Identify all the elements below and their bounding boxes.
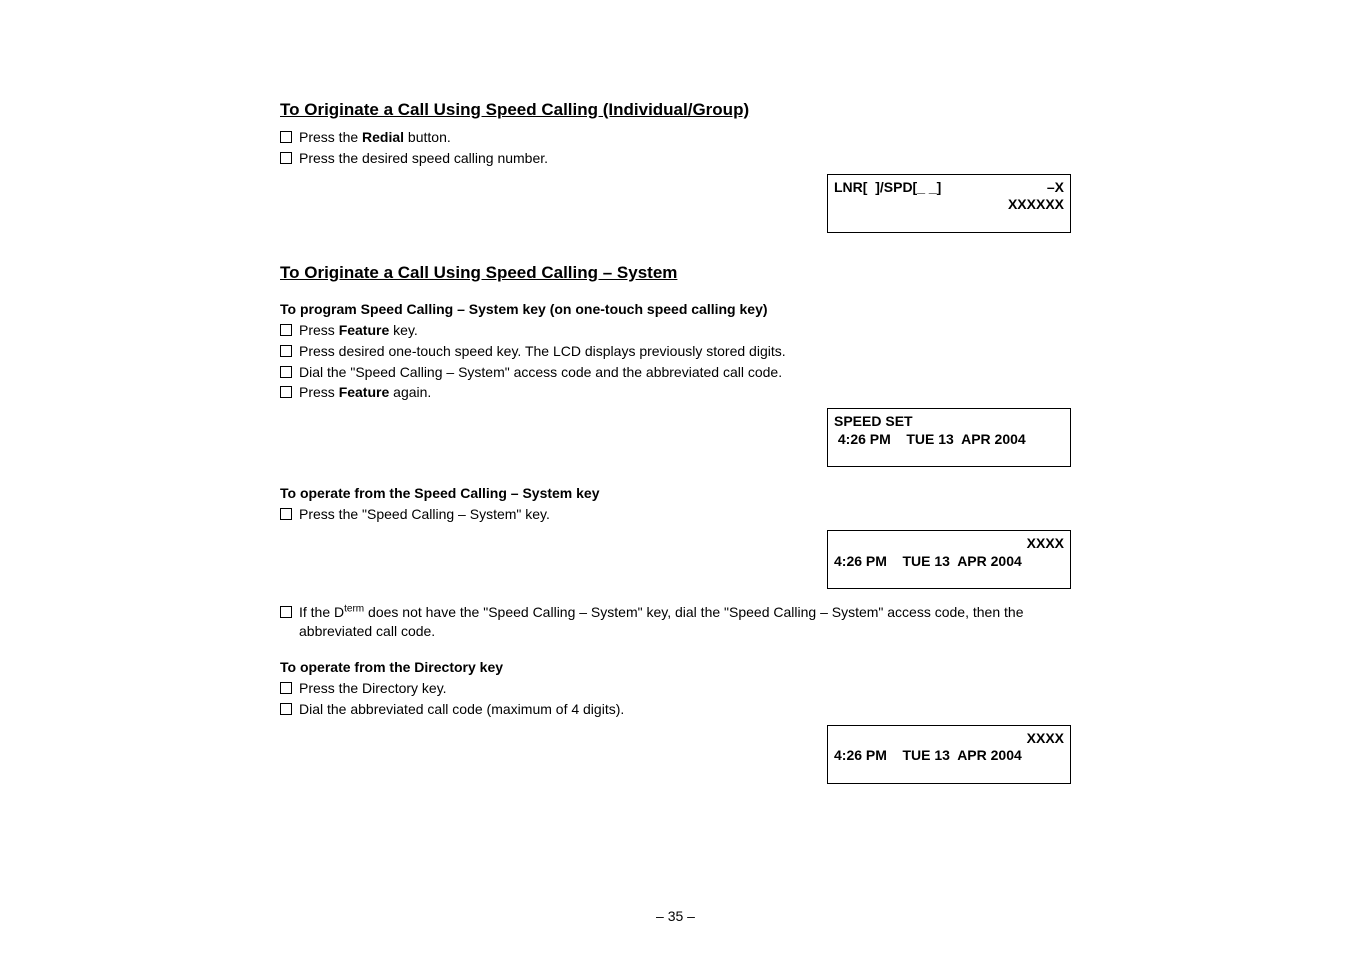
lcd-display: LNR[ ]/SPD[_ _] –X XXXXXX	[827, 174, 1071, 233]
list-item: Dial the abbreviated call code (maximum …	[280, 700, 1071, 719]
item-text: Press Feature again.	[299, 383, 431, 402]
lcd-line: LNR[ ]/SPD[_ _]	[834, 179, 941, 197]
item-text: Press the desired speed calling number.	[299, 149, 548, 168]
subheading-operate-directory-key: To operate from the Directory key	[280, 659, 1071, 675]
checkbox-icon	[280, 345, 292, 357]
item-text: Dial the "Speed Calling – System" access…	[299, 363, 782, 382]
lcd-line: XXXXXX	[1008, 196, 1064, 214]
list-item: Dial the "Speed Calling – System" access…	[280, 363, 1071, 382]
checkbox-icon	[280, 366, 292, 378]
lcd-line: 4:26 PM TUE 13 APR 2004	[834, 747, 1022, 765]
list-item: Press the Redial button.	[280, 128, 1071, 147]
list-item: Press Feature key.	[280, 321, 1071, 340]
heading-speed-calling-system: To Originate a Call Using Speed Calling …	[280, 263, 1071, 283]
checkbox-icon	[280, 682, 292, 694]
checkbox-icon	[280, 152, 292, 164]
lcd-line: SPEED SET	[834, 413, 913, 431]
heading-speed-calling-individual-group: To Originate a Call Using Speed Calling …	[280, 100, 1071, 120]
list-item: Press the desired speed calling number.	[280, 149, 1071, 168]
lcd-line: 4:26 PM TUE 13 APR 2004	[834, 431, 1026, 449]
checkbox-icon	[280, 508, 292, 520]
lcd-line: –X	[1047, 179, 1064, 197]
list-item: Press Feature again.	[280, 383, 1071, 402]
item-text: Dial the abbreviated call code (maximum …	[299, 700, 624, 719]
lcd-display: XXXX 4:26 PM TUE 13 APR 2004	[827, 725, 1071, 784]
checkbox-icon	[280, 703, 292, 715]
lcd-line: XXXX	[1027, 730, 1064, 748]
list-item: If the Dterm does not have the "Speed Ca…	[280, 603, 1071, 641]
item-text: Press the Redial button.	[299, 128, 451, 147]
list-item: Press the "Speed Calling – System" key.	[280, 505, 1071, 524]
item-text: Press the "Speed Calling – System" key.	[299, 505, 550, 524]
list-item: Press desired one-touch speed key. The L…	[280, 342, 1071, 361]
item-text: Press the Directory key.	[299, 679, 447, 698]
item-text: Press desired one-touch speed key. The L…	[299, 342, 786, 361]
lcd-display: XXXX 4:26 PM TUE 13 APR 2004	[827, 530, 1071, 589]
checkbox-icon	[280, 131, 292, 143]
list-item: Press the Directory key.	[280, 679, 1071, 698]
lcd-display: SPEED SET 4:26 PM TUE 13 APR 2004	[827, 408, 1071, 467]
checkbox-icon	[280, 606, 292, 618]
checkbox-icon	[280, 324, 292, 336]
subheading-program-system-key: To program Speed Calling – System key (o…	[280, 301, 1071, 317]
item-text: Press Feature key.	[299, 321, 418, 340]
page-number: – 35 –	[0, 908, 1351, 924]
document-page: To Originate a Call Using Speed Calling …	[0, 0, 1351, 830]
checkbox-icon	[280, 386, 292, 398]
lcd-line: XXXX	[1027, 535, 1064, 553]
lcd-line: 4:26 PM TUE 13 APR 2004	[834, 553, 1022, 571]
item-text: If the Dterm does not have the "Speed Ca…	[299, 603, 1071, 641]
subheading-operate-system-key: To operate from the Speed Calling – Syst…	[280, 485, 1071, 501]
